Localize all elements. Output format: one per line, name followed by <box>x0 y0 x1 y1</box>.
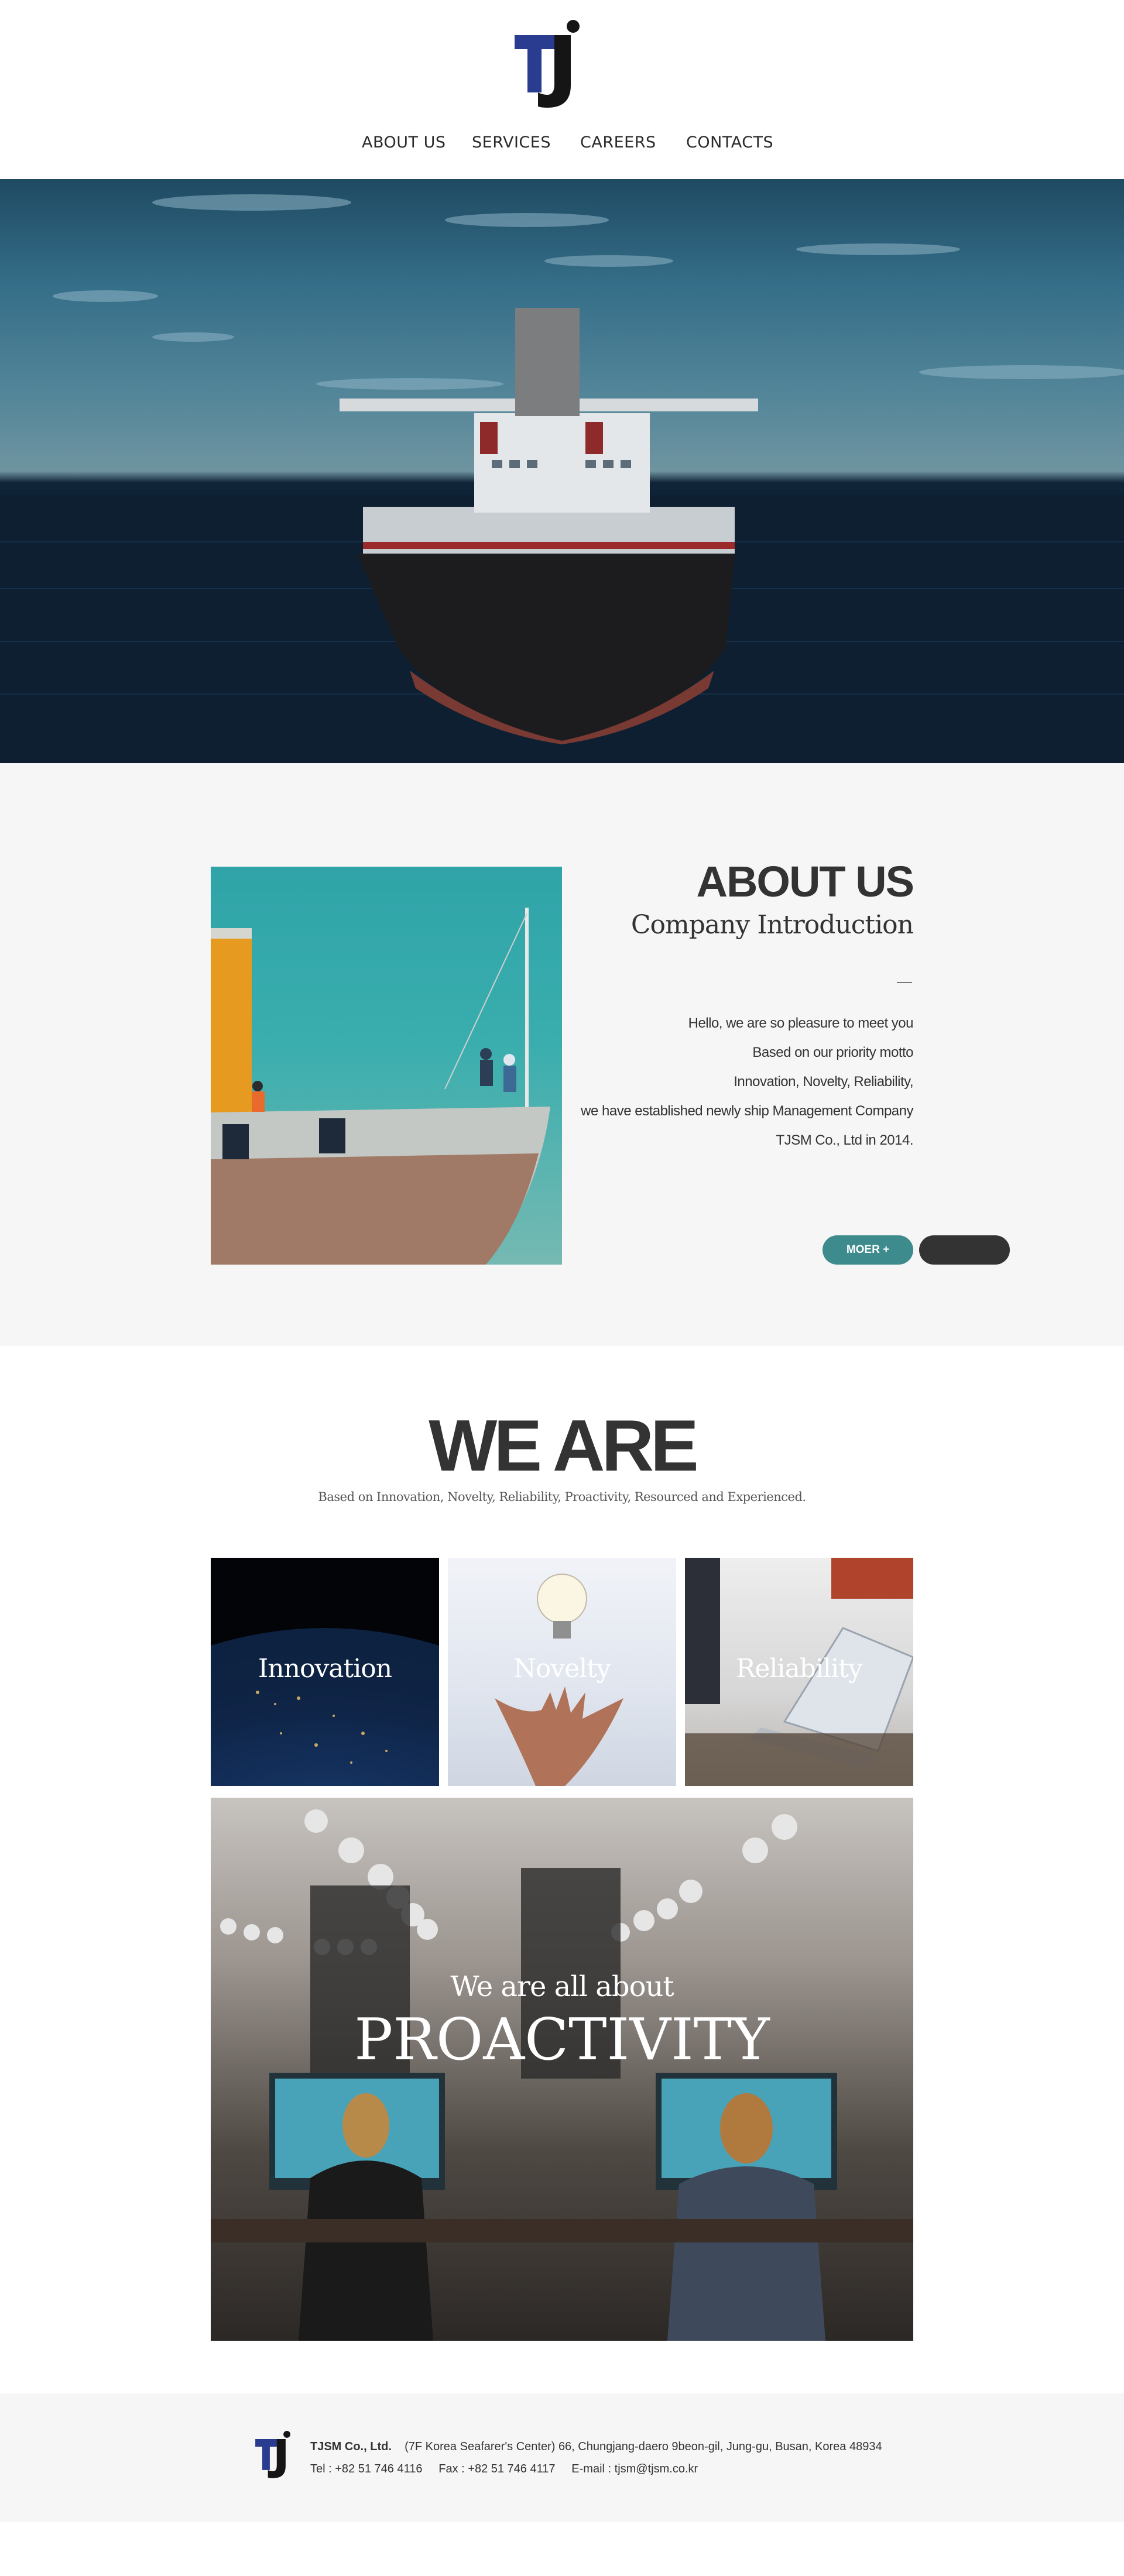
about-line: we have established newly ship Managemen… <box>581 1103 913 1119</box>
proactivity-headline: PROACTIVITY <box>354 2007 770 2073</box>
about-line: Hello, we are so pleasure to meet you <box>688 1015 914 1031</box>
site-footer: TJSM Co., Ltd. (7F Korea Seafarer's Cent… <box>0 2393 1124 2522</box>
footer-tj-logo[interactable] <box>255 2431 294 2479</box>
about-line: Based on our priority motto <box>752 1045 913 1060</box>
footer-tel: Tel : +82 51 746 4116 <box>310 2462 423 2475</box>
footer-company: TJSM Co., Ltd. <box>310 2440 392 2453</box>
footer-address: (7F Korea Seafarer's Center) 66, Chungja… <box>405 2440 882 2453</box>
we-are-section: WE ARE Based on Innovation, Novelty, Rel… <box>0 1346 1124 2393</box>
tile-innovation[interactable]: Innovation <box>211 1558 439 1786</box>
about-line: TJSM Co., Ltd in 2014. <box>776 1132 914 1148</box>
nav-about-us[interactable]: ABOUT US <box>362 133 446 152</box>
nav-services[interactable]: SERVICES <box>472 133 551 152</box>
nav-contacts[interactable]: CONTACTS <box>686 133 773 152</box>
about-description: Hello, we are so pleasure to meet you Ba… <box>550 1009 913 1155</box>
nav-careers[interactable]: CAREERS <box>580 133 656 152</box>
about-line: Innovation, Novelty, Reliability, <box>734 1074 913 1090</box>
ship-bow-illustration <box>211 908 550 1265</box>
tile-novelty[interactable]: Novelty <box>448 1558 676 1786</box>
tile-label: Reliability <box>736 1654 862 1684</box>
secondary-button[interactable] <box>919 1235 1010 1265</box>
about-subtitle: Company Introduction <box>630 910 914 940</box>
about-ship-photo <box>211 867 562 1265</box>
we-are-subtitle: Based on Innovation, Novelty, Reliabilit… <box>318 1490 806 1504</box>
we-are-title: WE ARE <box>429 1406 698 1486</box>
tile-label: Innovation <box>258 1654 392 1684</box>
proactivity-feature[interactable]: We are all about PROACTIVITY <box>211 1798 913 2341</box>
proactivity-lead: We are all about <box>450 1970 674 2003</box>
about-title: ABOUT US <box>696 857 914 906</box>
tile-reliability[interactable]: Reliability <box>685 1558 913 1786</box>
tile-label: Novelty <box>513 1654 611 1684</box>
more-button[interactable]: MOER + <box>823 1235 913 1265</box>
tj-logo[interactable] <box>515 20 586 109</box>
hero-image <box>0 179 1124 763</box>
site-header: ABOUT US SERVICES CAREERS CONTACTS <box>0 0 1124 179</box>
footer-contact-line: Tel : +82 51 746 4116 Fax : +82 51 746 4… <box>310 2462 698 2476</box>
divider <box>897 982 912 983</box>
footer-email[interactable]: E-mail : tjsm@tjsm.co.kr <box>571 2462 698 2475</box>
footer-fax: Fax : +82 51 746 4117 <box>438 2462 556 2475</box>
footer-address-line: TJSM Co., Ltd. (7F Korea Seafarer's Cent… <box>310 2440 882 2454</box>
ship-illustration <box>0 194 1124 763</box>
about-section: ABOUT US Company Introduction Hello, we … <box>0 763 1124 1346</box>
